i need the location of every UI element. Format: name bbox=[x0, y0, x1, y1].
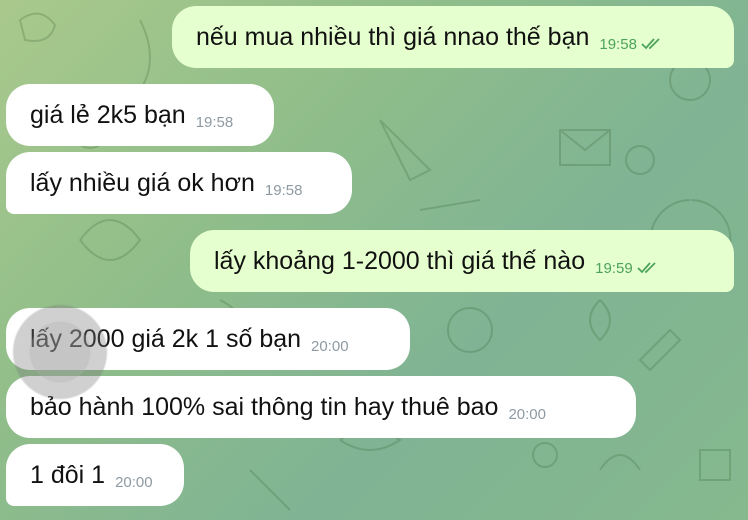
message-bubble-incoming[interactable]: lấy nhiều giá ok hơn 19:58 bbox=[6, 152, 352, 214]
message-text: bảo hành 100% sai thông tin hay thuê bao bbox=[30, 392, 499, 421]
double-check-icon bbox=[637, 262, 656, 274]
message-text: lấy nhiều giá ok hơn bbox=[30, 168, 255, 197]
message-time: 20:00 bbox=[311, 337, 349, 355]
message-text: 1 đôi 1 bbox=[30, 460, 106, 489]
message-text: lấy 2000 giá 2k 1 số bạn bbox=[30, 324, 302, 353]
message-text: giá lẻ 2k5 bạn bbox=[30, 100, 186, 129]
message-time: 19:59 bbox=[595, 260, 659, 277]
message-text: lấy khoảng 1-2000 thì giá thế nào bbox=[214, 246, 586, 275]
message-bubble-outgoing[interactable]: lấy khoảng 1-2000 thì giá thế nào 19:59 bbox=[190, 230, 734, 292]
message-bubble-outgoing[interactable]: nếu mua nhiều thì giá nnao thế bạn 19:58 bbox=[172, 6, 734, 68]
message-time: 20:00 bbox=[115, 473, 153, 491]
message-time: 19:58 bbox=[195, 113, 234, 131]
message-bubble-incoming[interactable]: lấy 2000 giá 2k 1 số bạn 20:00 bbox=[6, 308, 410, 370]
message-time: 19:58 bbox=[599, 36, 663, 53]
message-bubble-incoming[interactable]: bảo hành 100% sai thông tin hay thuê bao… bbox=[6, 376, 636, 438]
message-time: 19:58 bbox=[264, 181, 303, 199]
message-bubble-incoming[interactable]: 1 đôi 1 20:00 bbox=[6, 444, 184, 506]
message-bubble-incoming[interactable]: giá lẻ 2k5 bạn 19:58 bbox=[6, 84, 274, 146]
message-time: 20:00 bbox=[508, 405, 546, 423]
double-check-icon bbox=[641, 38, 660, 50]
message-text: nếu mua nhiều thì giá nnao thế bạn bbox=[196, 22, 590, 51]
